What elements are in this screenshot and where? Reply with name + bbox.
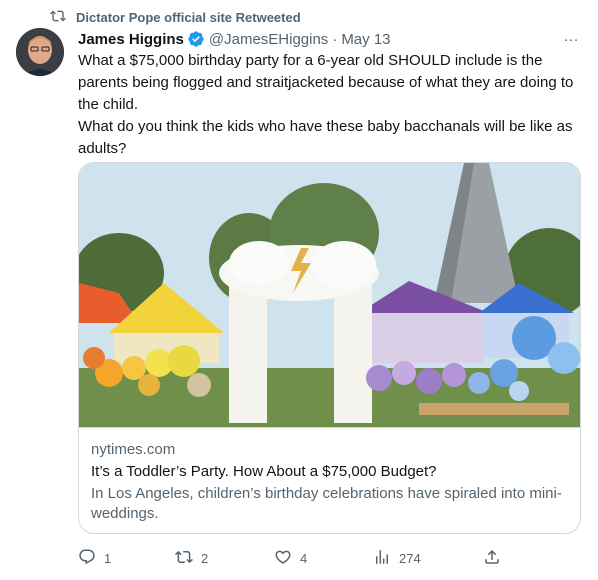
retweet-button[interactable]: 2 <box>175 548 208 569</box>
views-icon <box>373 548 391 569</box>
retweet-indicator[interactable]: Dictator Pope official site Retweeted <box>50 8 301 26</box>
like-count: 4 <box>300 551 308 566</box>
card-image[interactable] <box>79 163 580 427</box>
reply-button[interactable]: 1 <box>78 548 111 569</box>
retweet-action-icon <box>175 548 193 569</box>
retweet-count: 2 <box>201 551 209 566</box>
card-body[interactable]: nytimes.com It’s a Toddler’s Party. How … <box>79 427 580 533</box>
tweet-header: James Higgins @JamesEHiggins · May 13 ··… <box>78 28 582 50</box>
author-handle[interactable]: @JamesEHiggins <box>209 31 328 48</box>
retweet-label: Dictator Pope official site Retweeted <box>76 9 301 25</box>
views-button[interactable]: 274 <box>373 548 421 569</box>
heart-icon <box>274 548 292 569</box>
card-title: It’s a Toddler’s Party. How About a $75,… <box>91 463 437 480</box>
avatar[interactable] <box>16 28 64 76</box>
separator-dot: · <box>332 30 338 48</box>
share-icon <box>483 548 501 569</box>
tweet-timestamp[interactable]: May 13 <box>341 31 390 48</box>
share-button[interactable] <box>483 548 501 569</box>
tweet-text: What a $75,000 birthday party for a 6-ye… <box>78 52 574 157</box>
views-count: 274 <box>399 551 421 566</box>
reply-icon <box>78 548 96 569</box>
author-name[interactable]: James Higgins <box>78 31 184 48</box>
card-domain: nytimes.com <box>91 441 176 458</box>
card-description: In Los Angeles, children’s birthday cele… <box>91 485 562 522</box>
like-button[interactable]: 4 <box>274 548 307 569</box>
tweet-actions: 1 2 4 274 <box>78 548 582 570</box>
retweet-icon <box>50 8 66 27</box>
link-preview-card[interactable]: nytimes.com It’s a Toddler’s Party. How … <box>78 162 581 534</box>
more-options-icon[interactable]: ··· <box>560 28 582 50</box>
verified-badge-icon <box>187 30 205 48</box>
reply-count: 1 <box>104 551 112 566</box>
